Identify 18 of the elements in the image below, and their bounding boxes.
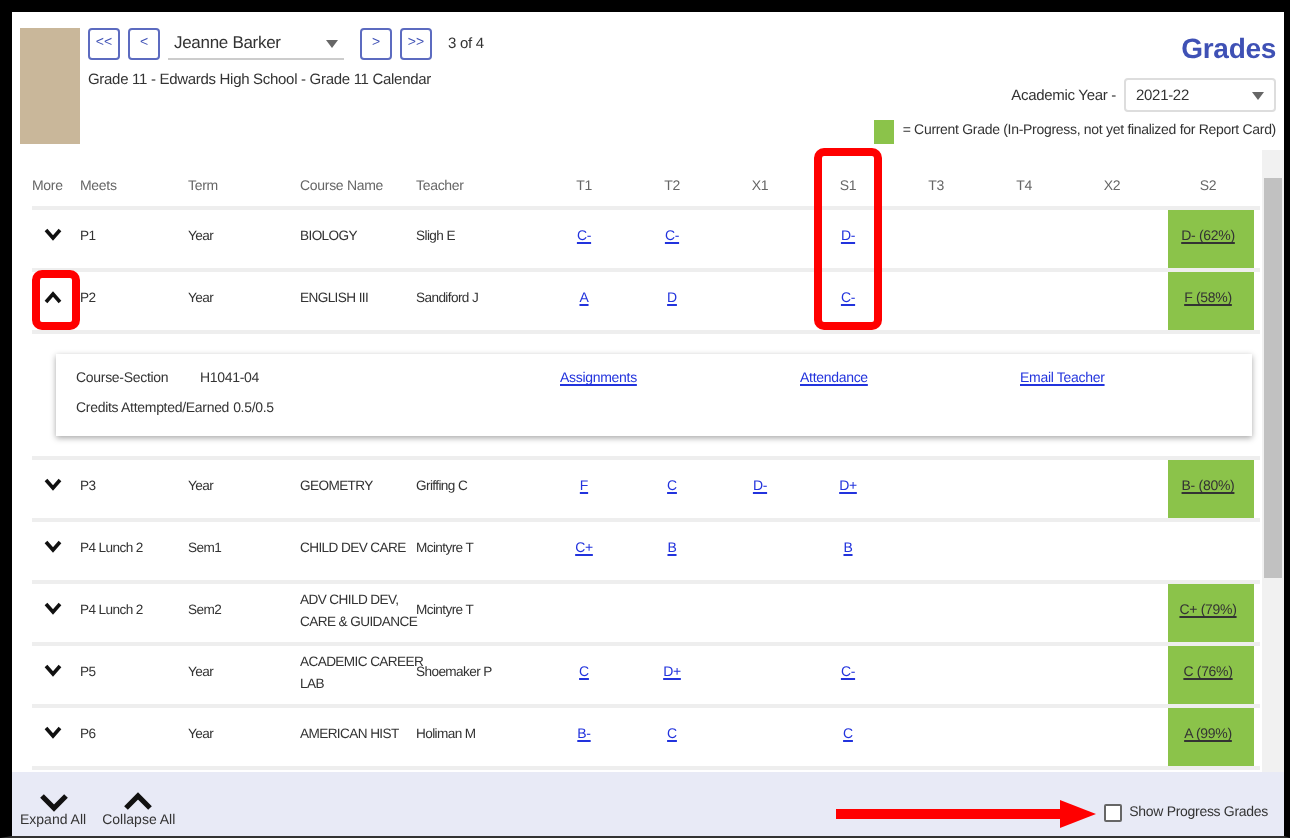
scrollbar[interactable] bbox=[1262, 150, 1284, 772]
chevron-down-icon bbox=[44, 477, 62, 492]
chevron-down-icon bbox=[37, 791, 70, 811]
chevron-down-icon bbox=[44, 601, 62, 616]
chevron-down-icon bbox=[44, 725, 62, 740]
page-title: Grades bbox=[1181, 30, 1276, 68]
highlight-box bbox=[32, 269, 80, 330]
chevron-down-icon bbox=[44, 227, 62, 242]
legend-swatch bbox=[874, 120, 895, 144]
photo-placeholder bbox=[20, 28, 80, 144]
progress-checkbox[interactable] bbox=[1103, 804, 1122, 823]
chevron-up-icon bbox=[122, 791, 155, 811]
chevron-up-icon bbox=[44, 289, 62, 304]
dropdown-caret-icon bbox=[1252, 91, 1264, 99]
student-dropdown[interactable]: Jeanne Barker bbox=[168, 28, 344, 60]
chevron-down-icon bbox=[44, 663, 62, 678]
chevron-down-icon bbox=[44, 539, 62, 554]
dropdown-caret-icon bbox=[326, 39, 338, 47]
